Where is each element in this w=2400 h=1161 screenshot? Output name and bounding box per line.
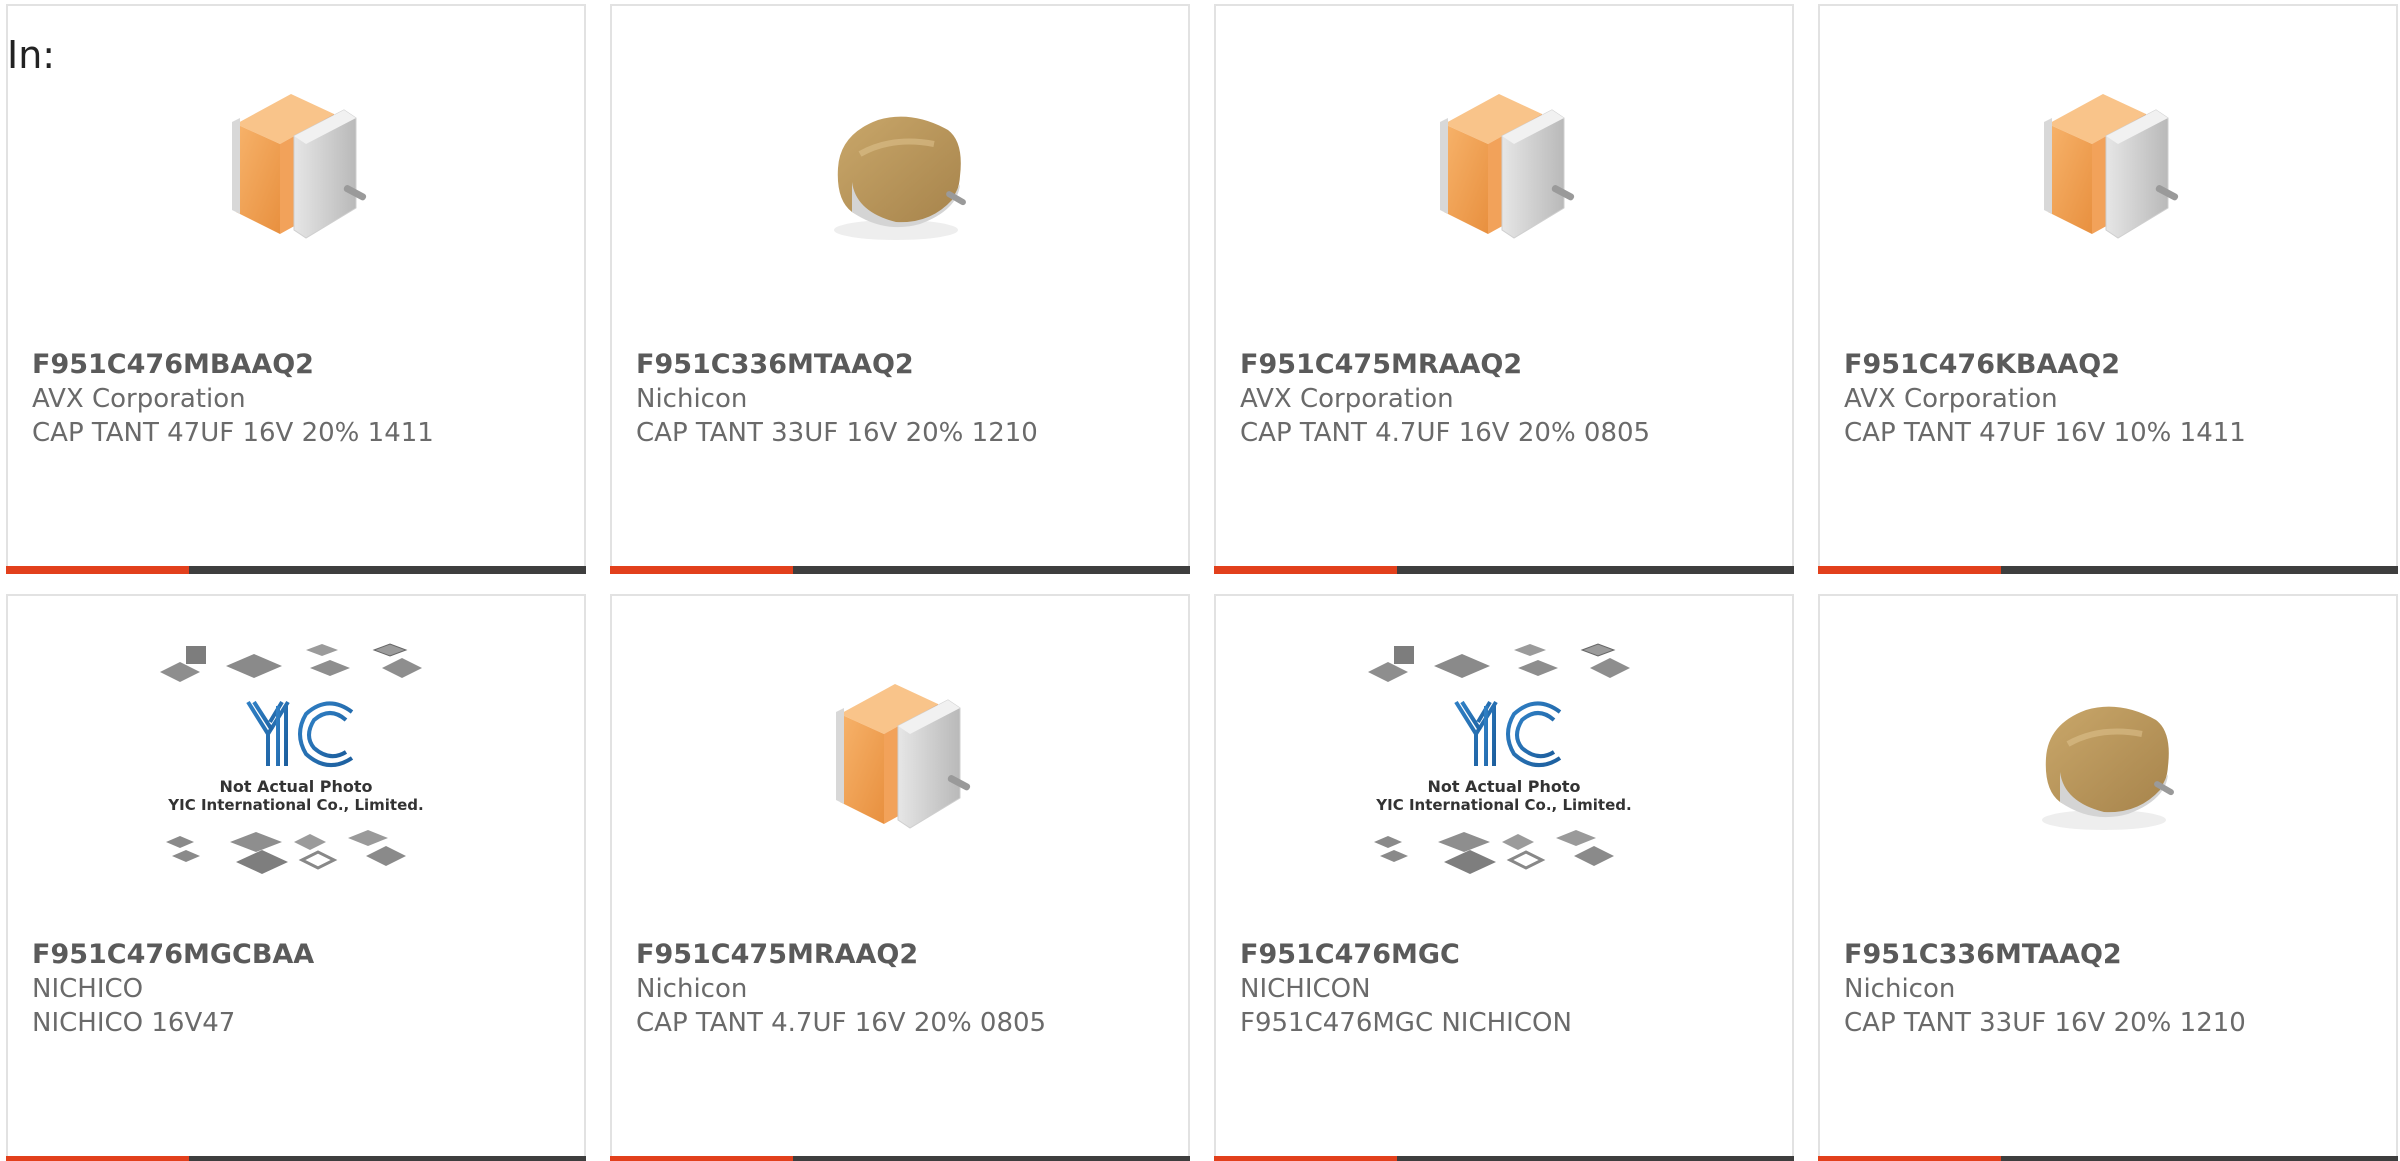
card-accent-bar (610, 566, 793, 574)
product-image[interactable] (1216, 72, 1792, 272)
product-image[interactable] (1820, 72, 2396, 272)
part-number-link[interactable]: F951C476MBAAQ2 (32, 348, 574, 382)
product-card[interactable]: F951C475MRAAQ2 Nichicon CAP TANT 4.7UF 1… (610, 594, 1190, 1161)
product-description: NICHICO 16V47 (32, 1008, 236, 1038)
product-image[interactable] (612, 662, 1188, 862)
product-description: CAP TANT 33UF 16V 20% 1210 (1844, 1008, 2246, 1038)
product-card[interactable]: F951C336MTAAQ2 Nichicon CAP TANT 33UF 16… (610, 4, 1190, 574)
manufacturer-name: AVX Corporation (1844, 384, 2058, 414)
yic-company-text: YIC International Co., Limited. (1375, 796, 1631, 814)
product-description: CAP TANT 33UF 16V 20% 1210 (636, 418, 1038, 448)
product-info: F951C475MRAAQ2 AVX Corporation CAP TANT … (1240, 348, 1782, 450)
product-card[interactable]: F951C476KBAAQ2 AVX Corporation CAP TANT … (1818, 4, 2398, 574)
card-accent-bar (6, 566, 189, 574)
part-number-link[interactable]: F951C336MTAAQ2 (1844, 938, 2386, 972)
part-number-link[interactable]: F951C476MGC (1240, 938, 1782, 972)
card-accent-bar (1214, 1156, 1397, 1161)
product-image[interactable] (8, 72, 584, 272)
card-bottom-bar (610, 566, 1190, 574)
card-accent-bar (610, 1156, 793, 1161)
manufacturer-name: NICHICO (32, 974, 144, 1004)
product-card[interactable]: F951C475MRAAQ2 AVX Corporation CAP TANT … (1214, 4, 1794, 574)
part-number-link[interactable]: F951C475MRAAQ2 (1240, 348, 1782, 382)
card-accent-bar (6, 1156, 189, 1161)
product-card[interactable]: F951C336MTAAQ2 Nichicon CAP TANT 33UF 16… (1818, 594, 2398, 1161)
product-card[interactable]: F951C476MBAAQ2 AVX Corporation CAP TANT … (6, 4, 586, 574)
not-actual-photo-text: Not Actual Photo (219, 777, 372, 796)
not-actual-photo-text: Not Actual Photo (1427, 777, 1580, 796)
product-description: CAP TANT 4.7UF 16V 20% 0805 (1240, 418, 1651, 448)
product-image[interactable] (1820, 662, 2396, 862)
card-accent-bar (1818, 1156, 2001, 1161)
product-description: CAP TANT 4.7UF 16V 20% 0805 (636, 1008, 1047, 1038)
product-info: F951C476MGCBAA NICHICO NICHICO 16V47 (32, 938, 574, 1040)
product-card[interactable]: Not Actual Photo YIC International Co., … (1214, 594, 1794, 1161)
orange-chip-capacitor-image (196, 72, 396, 272)
card-accent-bar (1818, 566, 2001, 574)
product-info: F951C476MBAAQ2 AVX Corporation CAP TANT … (32, 348, 574, 450)
manufacturer-name: AVX Corporation (32, 384, 246, 414)
part-number-link[interactable]: F951C336MTAAQ2 (636, 348, 1178, 382)
product-description: CAP TANT 47UF 16V 10% 1411 (1844, 418, 2246, 448)
card-bottom-bar (6, 566, 586, 574)
molded-tantalum-capacitor-image (2008, 662, 2208, 862)
part-number-link[interactable]: F951C476KBAAQ2 (1844, 348, 2386, 382)
product-info: F951C476KBAAQ2 AVX Corporation CAP TANT … (1844, 348, 2386, 450)
manufacturer-name: Nichicon (1844, 974, 1956, 1004)
product-info: F951C475MRAAQ2 Nichicon CAP TANT 4.7UF 1… (636, 938, 1178, 1040)
product-image[interactable]: Not Actual Photo YIC International Co., … (1216, 662, 1792, 862)
card-bottom-bar (1214, 566, 1794, 574)
product-card[interactable]: Not Actual Photo YIC International Co., … (6, 594, 586, 1161)
card-bottom-bar (6, 1156, 586, 1161)
product-description: F951C476MGC NICHICON (1240, 1008, 1572, 1038)
molded-tantalum-capacitor-image (800, 72, 1000, 272)
product-image[interactable] (612, 72, 1188, 272)
product-info: F951C336MTAAQ2 Nichicon CAP TANT 33UF 16… (1844, 938, 2386, 1040)
card-accent-bar (1214, 566, 1397, 574)
yic-placeholder-image: Not Actual Photo YIC International Co., … (156, 642, 436, 882)
product-description: CAP TANT 47UF 16V 20% 1411 (32, 418, 434, 448)
product-image[interactable]: Not Actual Photo YIC International Co., … (8, 662, 584, 862)
in-label: In: (7, 33, 56, 77)
card-bottom-bar (610, 1156, 1190, 1161)
product-grid: F951C476MBAAQ2 AVX Corporation CAP TANT … (6, 4, 2400, 1161)
card-bottom-bar (1818, 566, 2398, 574)
yic-company-text: YIC International Co., Limited. (167, 796, 423, 814)
product-info: F951C476MGC NICHICON F951C476MGC NICHICO… (1240, 938, 1782, 1040)
product-info: F951C336MTAAQ2 Nichicon CAP TANT 33UF 16… (636, 348, 1178, 450)
manufacturer-name: Nichicon (636, 974, 748, 1004)
part-number-link[interactable]: F951C476MGCBAA (32, 938, 574, 972)
card-bottom-bar (1214, 1156, 1794, 1161)
manufacturer-name: AVX Corporation (1240, 384, 1454, 414)
orange-chip-capacitor-image (800, 662, 1000, 862)
orange-chip-capacitor-image (2008, 72, 2208, 272)
product-results-page: In: F951C476MBAAQ2 AVX Corporation CAP T… (0, 0, 2400, 1161)
manufacturer-name: NICHICON (1240, 974, 1371, 1004)
orange-chip-capacitor-image (1404, 72, 1604, 272)
yic-placeholder-image: Not Actual Photo YIC International Co., … (1364, 642, 1644, 882)
manufacturer-name: Nichicon (636, 384, 748, 414)
part-number-link[interactable]: F951C475MRAAQ2 (636, 938, 1178, 972)
card-bottom-bar (1818, 1156, 2398, 1161)
